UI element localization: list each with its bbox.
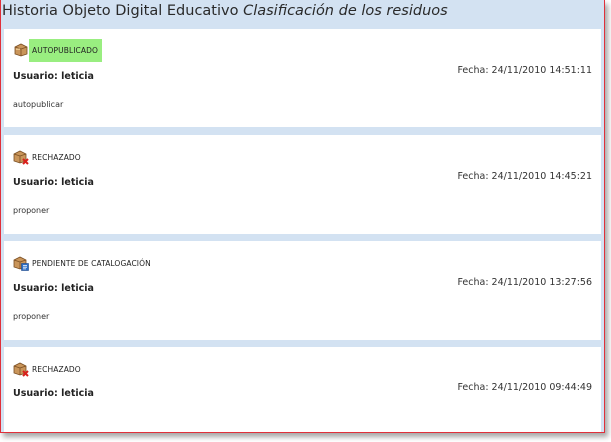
history-entry: PENDIENTE DE CATALOGACIÓN Usuario: letic… (4, 241, 601, 340)
action-label: proponer (13, 206, 50, 215)
status-row: AUTOPUBLICADO (13, 38, 102, 62)
title-object-name: Clasificación de los residuos (243, 3, 448, 19)
user-label: Usuario: leticia (13, 71, 94, 82)
status-label: PENDIENTE DE CATALOGACIÓN (32, 258, 151, 268)
user-label: Usuario: leticia (13, 177, 94, 188)
box-catalog-icon (13, 255, 29, 271)
status-row: RECHAZADO (13, 358, 81, 380)
user-label: Usuario: leticia (13, 388, 94, 399)
date-label: Fecha: 24/11/2010 14:51:11 (457, 65, 592, 76)
action-label: proponer (13, 312, 50, 321)
date-label: Fecha: 24/11/2010 13:27:56 (457, 277, 592, 288)
date-label: Fecha: 24/11/2010 14:45:21 (457, 171, 592, 182)
title-prefix: Historia Objeto Digital Educativo (2, 3, 239, 19)
history-window: Historia Objeto Digital Educativo Clasif… (0, 0, 605, 433)
status-label: AUTOPUBLICADO (29, 38, 102, 62)
status-label: RECHAZADO (32, 152, 81, 162)
status-row: RECHAZADO (13, 146, 81, 168)
window-title: Historia Objeto Digital Educativo Clasif… (1, 0, 604, 26)
status-label: RECHAZADO (32, 364, 81, 374)
date-label: Fecha: 24/11/2010 09:44:49 (457, 382, 592, 393)
history-entry: RECHAZADO Usuario: leticia Fecha: 24/11/… (4, 135, 601, 234)
history-entry: AUTOPUBLICADO Usuario: leticia Fecha: 24… (4, 29, 601, 127)
box-icon (13, 42, 29, 58)
action-label: autopublicar (13, 100, 64, 109)
history-entry: RECHAZADO Usuario: leticia Fecha: 24/11/… (4, 347, 601, 432)
box-rejected-icon (13, 361, 29, 377)
status-row: PENDIENTE DE CATALOGACIÓN (13, 252, 151, 274)
box-rejected-icon (13, 149, 29, 165)
user-label: Usuario: leticia (13, 283, 94, 294)
